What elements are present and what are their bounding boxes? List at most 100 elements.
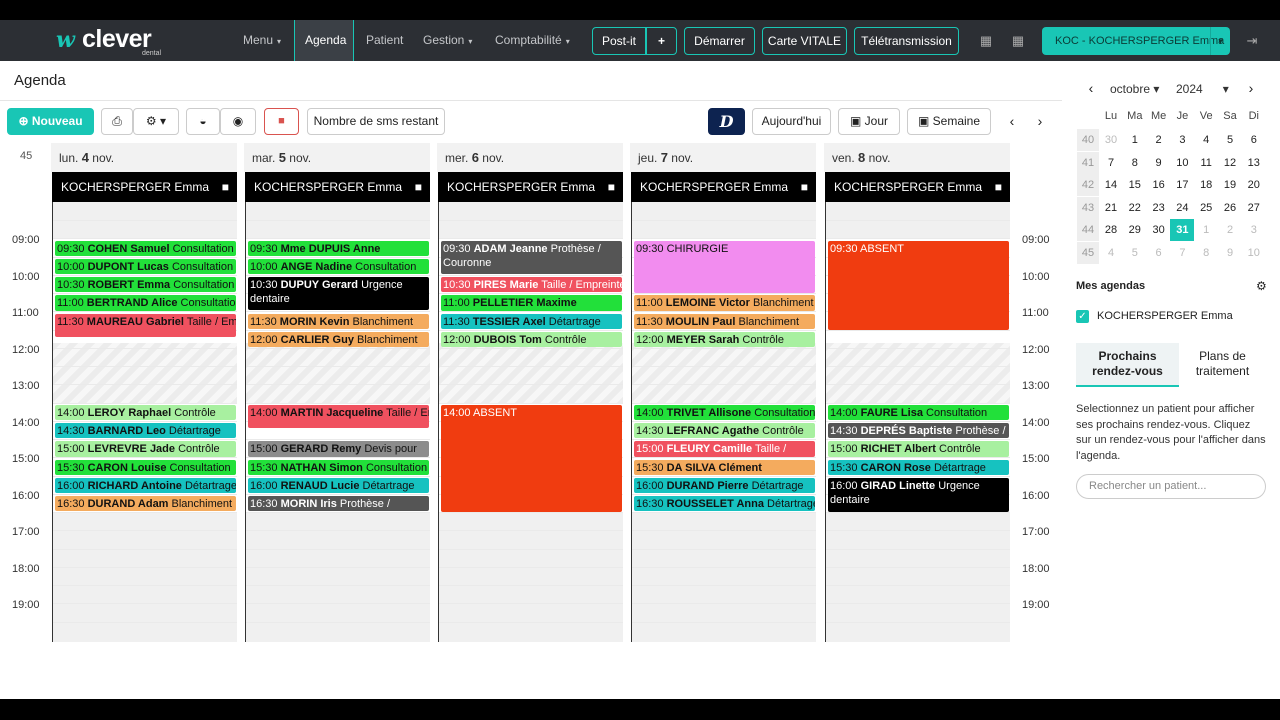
- appointment[interactable]: 16:00 RICHARD Antoine Détartrage: [55, 477, 236, 494]
- calendar-day[interactable]: 7: [1099, 152, 1123, 174]
- calendar-day[interactable]: 8: [1123, 152, 1147, 174]
- calendar-day[interactable]: 18: [1194, 174, 1218, 196]
- comment-icon[interactable]: ■: [801, 172, 808, 202]
- calendar-day[interactable]: 17: [1170, 174, 1194, 196]
- week-number-cell[interactable]: 40: [1077, 129, 1099, 151]
- calendar-day[interactable]: 29: [1123, 219, 1147, 241]
- today-button[interactable]: Aujourd'hui: [752, 108, 831, 135]
- calendar-day[interactable]: 4: [1099, 242, 1123, 264]
- appointment[interactable]: 14:30 LEFRANC Agathe Contrôle: [634, 423, 815, 439]
- week-number-cell[interactable]: 43: [1077, 196, 1099, 219]
- appointment[interactable]: 11:30 MAUREAU Gabriel Taille / Empreinte: [55, 313, 236, 338]
- week-number-cell[interactable]: 44: [1077, 219, 1099, 242]
- calendar-day[interactable]: 6: [1147, 242, 1171, 264]
- appointment[interactable]: 11:00 BERTRAND Alice Consultation: [55, 295, 236, 311]
- appointment[interactable]: 15:00 FLEURY Camille Taille /: [634, 441, 815, 457]
- calendar-day[interactable]: 3: [1242, 219, 1266, 241]
- appointment[interactable]: 15:00 RICHET Albert Contrôle: [828, 441, 1009, 457]
- calendar-day[interactable]: 30: [1147, 219, 1171, 241]
- appointment[interactable]: 16:00 GIRAD Linette Urgence dentaire: [828, 477, 1009, 513]
- appointment[interactable]: 11:00 PELLETIER Maxime: [441, 295, 622, 311]
- calendar-day[interactable]: 10: [1242, 242, 1266, 264]
- nav-gestion[interactable]: Gestion ▾: [423, 20, 472, 61]
- calendar-day[interactable]: 14: [1099, 174, 1123, 196]
- year-select[interactable]: 2024 ▾: [1176, 82, 1236, 96]
- appointment[interactable]: 10:30 DUPUY Gerard Urgence dentaire: [248, 277, 429, 310]
- appointment[interactable]: 10:30 PIRES Marie Taille / Empreinte: [441, 277, 622, 293]
- appointment[interactable]: 15:30 NATHAN Simon Consultation: [248, 459, 429, 475]
- appointment[interactable]: 11:30 MORIN Kevin Blanchiment: [248, 313, 429, 329]
- week-number-cell[interactable]: 45: [1077, 242, 1099, 264]
- month-select[interactable]: octobre ▾: [1110, 82, 1159, 96]
- demarrer-button[interactable]: Démarrer: [684, 27, 755, 55]
- postit-button[interactable]: Post-it: [592, 27, 646, 55]
- calendar-day[interactable]: 6: [1242, 129, 1266, 151]
- calendar-day[interactable]: 13: [1242, 152, 1266, 174]
- nav-menu[interactable]: Menu ▾: [243, 20, 281, 61]
- agenda-checkbox[interactable]: ✓: [1076, 310, 1089, 323]
- appointment[interactable]: 14:00 FAURE Lisa Consultation: [828, 404, 1009, 421]
- appointment[interactable]: 16:00 DURAND Pierre Détartrage: [634, 477, 815, 494]
- calendar-day[interactable]: 21: [1099, 197, 1123, 219]
- prev-week-button[interactable]: ‹: [1002, 108, 1022, 135]
- day-header[interactable]: ven. 8 nov.: [824, 143, 1010, 172]
- day-column[interactable]: 09:30 COHEN Samuel Consultation 10:00 DUP…: [52, 202, 237, 642]
- appointment[interactable]: 14:30 BARNARD Leo Détartrage: [55, 423, 236, 439]
- calendar-day[interactable]: 9: [1147, 152, 1171, 174]
- next-week-button[interactable]: ›: [1030, 108, 1050, 135]
- mask-button[interactable]: ◒: [186, 108, 220, 135]
- tab-treatment-plans[interactable]: Plans de traitement: [1179, 343, 1266, 387]
- appointment[interactable]: 09:30 Mme DUPUIS Anne: [248, 240, 429, 256]
- day-column[interactable]: 09:30 ABSENT 14:00 FAURE Lisa Consultatio…: [825, 202, 1010, 642]
- appointment[interactable]: 15:00 GERARD Remy Devis pour: [248, 441, 429, 457]
- app-logo[interactable]: w clever dental: [56, 25, 172, 57]
- calendar-day[interactable]: 24: [1170, 197, 1194, 219]
- next-month-button[interactable]: ›: [1241, 78, 1261, 98]
- appointment[interactable]: 15:30 CARON Rose Détartrage: [828, 459, 1009, 475]
- chevron-down-icon[interactable]: ▾: [1210, 27, 1230, 55]
- day-column[interactable]: 09:30 ADAM Jeanne Prothèse / Couronne 10:…: [438, 202, 623, 642]
- day-header[interactable]: jeu. 7 nov.: [630, 143, 816, 172]
- day-header[interactable]: mer. 6 nov.: [437, 143, 623, 172]
- calendar-day[interactable]: 27: [1242, 197, 1266, 219]
- day-header[interactable]: mar. 5 nov.: [244, 143, 430, 172]
- calendar-day[interactable]: 2: [1147, 129, 1171, 151]
- add-postit-button[interactable]: +: [646, 27, 677, 55]
- appointment[interactable]: 10:00 ANGE Nadine Consultation: [248, 258, 429, 275]
- appointment[interactable]: 16:30 MORIN Iris Prothèse /: [248, 496, 429, 512]
- calendar-day[interactable]: 26: [1218, 197, 1242, 219]
- calendar-day[interactable]: 20: [1242, 174, 1266, 196]
- calendar-day[interactable]: 1: [1123, 129, 1147, 151]
- calendar-day[interactable]: 11: [1194, 152, 1218, 174]
- week-view-button[interactable]: ▣ Semaine: [907, 108, 991, 135]
- sms-count-button[interactable]: Nombre de sms restant: [307, 108, 445, 135]
- patient-search-input[interactable]: Rechercher un patient...: [1076, 474, 1266, 499]
- appointment[interactable]: 12:00 CARLIER Guy Blanchiment: [248, 331, 429, 348]
- appointment[interactable]: 11:00 LEMOINE Victor Blanchiment: [634, 295, 815, 311]
- appointment[interactable]: 14:00 MARTIN Jacqueline Taille / Emprein…: [248, 404, 429, 429]
- week-number-cell[interactable]: 42: [1077, 174, 1099, 197]
- comment-icon[interactable]: ■: [415, 172, 422, 202]
- tab-next-appointments[interactable]: Prochains rendez-vous: [1076, 343, 1179, 387]
- lock-button[interactable]: ■: [264, 108, 299, 135]
- calendar-day[interactable]: 25: [1194, 197, 1218, 219]
- appointment[interactable]: 14:30 DEPRÉS Baptiste Prothèse /: [828, 423, 1009, 439]
- new-appointment-button[interactable]: ⊕ Nouveau: [7, 108, 94, 135]
- appointment[interactable]: 09:30 CHIRURGIE: [634, 240, 815, 294]
- logout-icon[interactable]: ⇥: [1242, 20, 1262, 61]
- teletransmission-button[interactable]: Télétransmission: [854, 27, 959, 55]
- day-column[interactable]: 09:30 CHIRURGIE 11:00 LEMOINE Victor Blan…: [631, 202, 816, 642]
- appointment[interactable]: 10:00 DUPONT Lucas Consultation: [55, 258, 236, 275]
- appointment[interactable]: 09:30 ADAM Jeanne Prothèse / Couronne: [441, 240, 622, 275]
- nav-comptabilite[interactable]: Comptabilité ▾: [495, 20, 570, 61]
- day-column[interactable]: 09:30 Mme DUPUIS Anne 10:00 ANGE Nadine …: [245, 202, 430, 642]
- appointment[interactable]: 10:30 ROBERT Emma Consultation: [55, 277, 236, 293]
- calendar-day[interactable]: 7: [1170, 242, 1194, 264]
- calendar-day[interactable]: 28: [1099, 219, 1123, 241]
- calendar-day[interactable]: 15: [1123, 174, 1147, 196]
- day-view-button[interactable]: ▣ Jour: [838, 108, 900, 135]
- calendar-day[interactable]: 16: [1147, 174, 1171, 196]
- calendar-day[interactable]: 3: [1170, 129, 1194, 151]
- calendar-day[interactable]: 10: [1170, 152, 1194, 174]
- calendar-day[interactable]: 8: [1194, 242, 1218, 264]
